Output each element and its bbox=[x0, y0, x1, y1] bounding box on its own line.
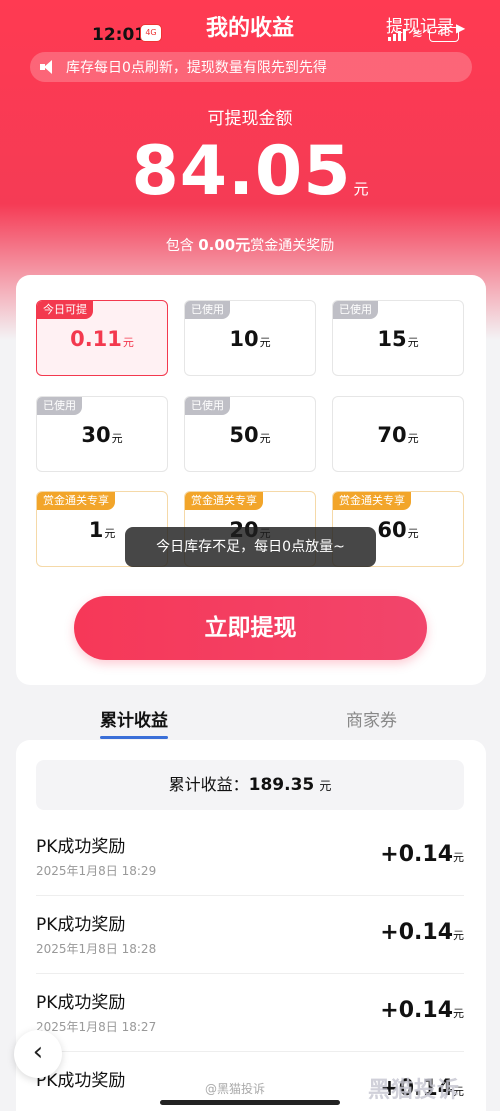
balance-amount: 84.05 元 bbox=[0, 132, 500, 211]
battery-icon: 48 bbox=[428, 27, 459, 42]
tab-earnings[interactable]: 累计收益 bbox=[100, 706, 168, 739]
option-70[interactable]: 70元 bbox=[332, 396, 464, 472]
home-indicator bbox=[160, 1100, 340, 1105]
option-tag: 已使用 bbox=[37, 397, 82, 415]
list-item: PK成功奖励 2025年1月8日 18:29 +0.14元 bbox=[36, 818, 464, 896]
option-value: 30 bbox=[81, 423, 111, 447]
option-value: 50 bbox=[229, 423, 259, 447]
option-unit: 元 bbox=[104, 527, 116, 540]
option-unit: 元 bbox=[407, 336, 419, 349]
summary-label: 累计收益： bbox=[168, 775, 249, 794]
option-unit: 元 bbox=[407, 527, 419, 540]
option-0-11[interactable]: 今日可提 0.11元 bbox=[36, 300, 168, 376]
record-unit: 元 bbox=[453, 1007, 464, 1020]
notice-text: 库存每日0点刷新，提现数量有限先到先得 bbox=[66, 60, 327, 76]
balance-value: 84.05 bbox=[131, 132, 352, 211]
record-amount: +0.14 bbox=[380, 920, 453, 945]
record-amount: +0.14 bbox=[380, 842, 453, 867]
option-unit: 元 bbox=[122, 336, 134, 349]
summary-unit: 元 bbox=[319, 779, 332, 793]
back-button[interactable]: ‹ bbox=[14, 1030, 62, 1078]
option-value: 60 bbox=[377, 518, 407, 542]
option-unit: 元 bbox=[407, 432, 419, 445]
record-time: 2025年1月8日 18:29 bbox=[36, 864, 157, 878]
option-tag: 已使用 bbox=[185, 301, 230, 319]
bounty-suffix: 赏金通关奖励 bbox=[250, 238, 335, 254]
option-tag: 已使用 bbox=[185, 397, 230, 415]
record-name: PK成功奖励 bbox=[36, 915, 126, 935]
option-value: 15 bbox=[377, 327, 407, 351]
record-amount: +0.14 bbox=[380, 998, 453, 1023]
earnings-summary: 累计收益：189.35 元 bbox=[36, 760, 464, 810]
bounty-note: 包含 0.00元赏金通关奖励 bbox=[0, 234, 500, 255]
signal-icon bbox=[388, 28, 406, 41]
tab-merchant-coupons[interactable]: 商家券 bbox=[346, 706, 397, 731]
option-50[interactable]: 已使用 50元 bbox=[184, 396, 316, 472]
brand-watermark: 黑猫投诉 bbox=[368, 1078, 461, 1103]
option-30[interactable]: 已使用 30元 bbox=[36, 396, 168, 472]
balance-unit: 元 bbox=[353, 180, 369, 198]
option-value: 0.11 bbox=[70, 327, 122, 351]
record-unit: 元 bbox=[453, 851, 464, 864]
earnings-list: 累计收益：189.35 元 PK成功奖励 2025年1月8日 18:29 +0.… bbox=[16, 740, 486, 1111]
status-indicators: ≋ 48 bbox=[388, 27, 459, 42]
option-15[interactable]: 已使用 15元 bbox=[332, 300, 464, 376]
option-value: 1 bbox=[88, 518, 104, 542]
record-name: PK成功奖励 bbox=[36, 993, 126, 1013]
option-unit: 元 bbox=[111, 432, 123, 445]
record-time: 2025年1月8日 18:27 bbox=[36, 1020, 157, 1034]
chevron-left-icon: ‹ bbox=[32, 1037, 44, 1067]
bounty-amount: 0.00元 bbox=[198, 236, 251, 254]
wifi-icon: ≋ bbox=[412, 27, 423, 42]
option-value: 70 bbox=[377, 423, 407, 447]
bounty-prefix: 包含 bbox=[165, 238, 194, 254]
option-unit: 元 bbox=[259, 432, 271, 445]
watermark-text: @黑猫投诉 bbox=[205, 1082, 266, 1096]
summary-value: 189.35 bbox=[248, 775, 315, 795]
balance-label: 可提现金额 bbox=[207, 109, 293, 129]
option-value: 10 bbox=[229, 327, 259, 351]
toast-message: 今日库存不足，每日0点放量~ bbox=[125, 527, 376, 567]
option-tag: 赏金通关专享 bbox=[37, 492, 115, 510]
list-item: PK成功奖励 2025年1月8日 18:27 +0.14元 bbox=[36, 974, 464, 1052]
option-tag: 今日可提 bbox=[37, 301, 93, 319]
record-unit: 元 bbox=[453, 929, 464, 942]
record-time: 2025年1月8日 18:28 bbox=[36, 942, 157, 956]
option-tag: 赏金通关专享 bbox=[333, 492, 411, 510]
option-unit: 元 bbox=[259, 336, 271, 349]
withdraw-button[interactable]: 立即提现 bbox=[74, 596, 427, 660]
speaker-icon bbox=[40, 60, 58, 74]
option-10[interactable]: 已使用 10元 bbox=[184, 300, 316, 376]
list-item: PK成功奖励 2025年1月8日 18:28 +0.14元 bbox=[36, 896, 464, 974]
option-tag: 赏金通关专享 bbox=[185, 492, 263, 510]
option-tag: 已使用 bbox=[333, 301, 378, 319]
record-name: PK成功奖励 bbox=[36, 837, 126, 857]
notice-bar: 库存每日0点刷新，提现数量有限先到先得 bbox=[30, 52, 472, 82]
